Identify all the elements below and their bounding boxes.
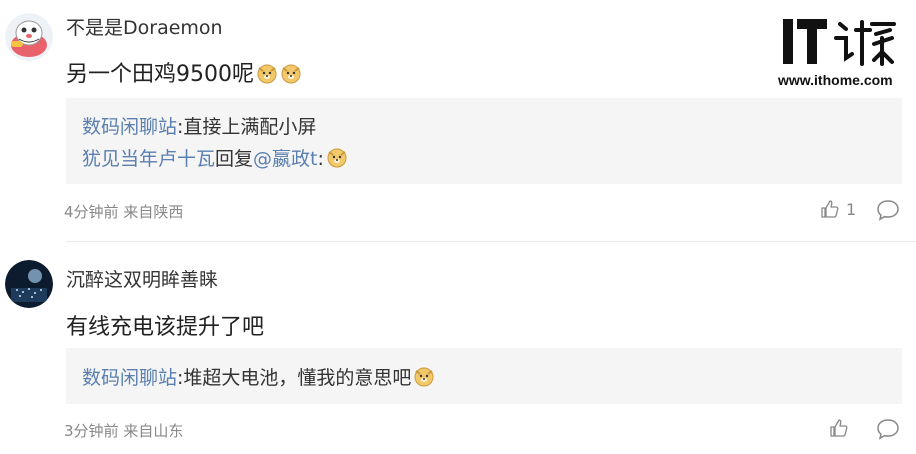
reply-target[interactable]: @嬴政t xyxy=(253,148,317,170)
quote-text: 堆超大电池，懂我的意思吧 xyxy=(183,367,412,389)
quote-separator: : xyxy=(317,148,324,170)
like-button[interactable] xyxy=(829,418,855,438)
comment-text: 有线充电该提升了吧 xyxy=(66,315,265,340)
thumbs-up-icon xyxy=(821,200,839,218)
comment-divider xyxy=(66,241,916,242)
comment-meta: 4分钟前 来自陕西 xyxy=(64,201,183,222)
comment-location: 来自陕西 xyxy=(123,203,184,221)
quote-author[interactable]: 犹见当年卢十瓦 xyxy=(82,148,215,170)
comment-item: 沉醉这双明眸善睐 有线充电该提升了吧 数码闲聊站:堆超大电池，懂我的意思吧 3分… xyxy=(0,243,916,454)
quoted-replies: 数码闲聊站:堆超大电池，懂我的意思吧 xyxy=(66,348,902,404)
quoted-replies: 数码闲聊站:直接上满配小屏 犹见当年卢十瓦回复@嬴政t: xyxy=(66,98,902,184)
username[interactable]: 沉醉这双明眸善睐 xyxy=(66,265,218,292)
quote-author[interactable]: 数码闲聊站 xyxy=(82,116,177,138)
quote-text: 直接上满配小屏 xyxy=(183,116,317,138)
comment-meta: 3分钟前 来自山东 xyxy=(64,420,183,441)
comment-location: 来自山东 xyxy=(123,422,184,440)
quote-author[interactable]: 数码闲聊站 xyxy=(82,367,177,389)
doge-emoji-icon xyxy=(257,64,277,84)
like-button[interactable]: 1 xyxy=(820,199,856,219)
quoted-reply: 数码闲聊站:堆超大电池，懂我的意思吧 xyxy=(82,363,435,390)
comment-text: 另一个田鸡9500呢 xyxy=(66,56,302,88)
quoted-reply: 犹见当年卢十瓦回复@嬴政t: xyxy=(82,144,348,171)
doge-emoji-icon xyxy=(414,367,434,387)
doge-emoji-icon xyxy=(327,148,347,168)
speech-bubble-icon[interactable] xyxy=(876,199,900,221)
speech-bubble-icon[interactable] xyxy=(876,418,900,440)
avatar[interactable] xyxy=(5,13,53,61)
quoted-reply: 数码闲聊站:直接上满配小屏 xyxy=(82,112,316,139)
comment-item: 不是是Doraemon 另一个田鸡9500呢 数码闲聊站:直接上满配小屏 犹见当… xyxy=(0,0,916,242)
comment-time: 3分钟前 xyxy=(64,422,119,440)
comment-text-content: 另一个田鸡9500呢 xyxy=(66,62,254,87)
doge-emoji-icon xyxy=(281,64,301,84)
reply-word: 回复 xyxy=(215,148,254,170)
like-count: 1 xyxy=(846,199,857,219)
avatar[interactable] xyxy=(5,260,53,308)
thumbs-up-icon xyxy=(830,419,848,437)
comment-time: 4分钟前 xyxy=(64,203,119,221)
username[interactable]: 不是是Doraemon xyxy=(66,13,223,40)
